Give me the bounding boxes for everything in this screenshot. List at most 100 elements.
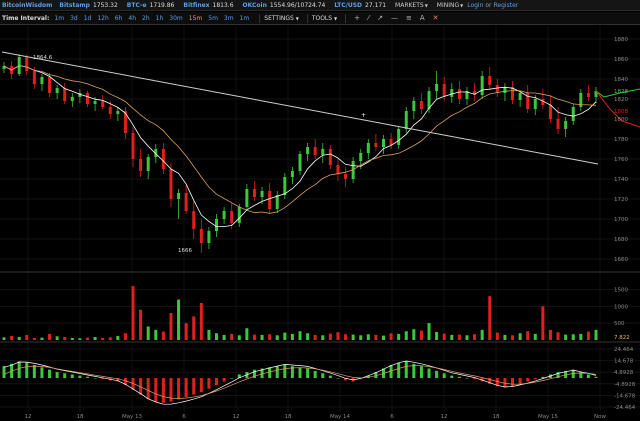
volume-bar [480, 329, 484, 340]
price-tick-label: 1820 [614, 97, 628, 103]
price-tick-label: 1720 [614, 197, 628, 203]
candle-body [457, 89, 461, 99]
line-icon[interactable]: ⁄ [368, 14, 369, 22]
text-icon[interactable]: A [420, 14, 425, 22]
candle-body [344, 174, 348, 179]
volume-tick-label: 500 [614, 321, 625, 327]
fibonacci-icon[interactable]: ≡ [406, 14, 412, 22]
macd-histogram-bar [594, 376, 598, 378]
interval-2h[interactable]: 2h [142, 15, 150, 22]
macd-histogram-bar [518, 378, 522, 384]
volume-bar [541, 306, 545, 340]
volume-bar [465, 335, 469, 340]
macd-histogram-bar [404, 361, 408, 378]
candle-body [260, 191, 264, 197]
ray-icon[interactable]: ↗ [377, 14, 383, 22]
interval-1h[interactable]: 1h [156, 15, 164, 22]
volume-bar [252, 334, 256, 340]
trading-chart[interactable]: 1500 1000 500 7.822 24.464 14.678 4.8928 -4.89… [0, 26, 640, 421]
interval-5m[interactable]: 5m [208, 15, 218, 22]
volume-bar [442, 333, 446, 340]
candle-body [55, 88, 59, 93]
candle-body [374, 143, 378, 147]
ticker-exchange-okcoin[interactable]: OKCoin [243, 2, 267, 9]
candle-body [321, 149, 325, 155]
candle-body [556, 119, 560, 129]
ticker-exchange-ltcusd[interactable]: LTC/USD [334, 2, 362, 9]
chevron-down-icon: ▼ [295, 15, 299, 21]
volume-bar [32, 337, 36, 340]
price-tick-label: 1660 [614, 257, 628, 263]
candle-body [306, 147, 310, 154]
volume-bar [511, 335, 515, 340]
macd-histogram-bar [161, 378, 165, 403]
top-bar: BitcoinWisdom Bitstamp 1753.32 BTC-e 171… [0, 0, 640, 11]
interval-4h[interactable]: 4h [128, 15, 136, 22]
crosshair-icon[interactable]: + [354, 14, 360, 22]
ticker-exchange-bitfinex[interactable]: Bitfinex [183, 2, 209, 9]
interval-3d[interactable]: 3d [70, 15, 78, 22]
macd-tick-label: 4.8928 [614, 370, 634, 376]
volume-tick-label: 1500 [614, 287, 628, 293]
macd-histogram-bar [184, 378, 188, 397]
macd-histogram-bar [177, 378, 181, 400]
volume-bar [146, 326, 150, 340]
register-link[interactable]: Register [494, 2, 519, 9]
interval-15m[interactable]: 15m [189, 15, 202, 22]
volume-bar [25, 334, 29, 340]
interval-6h[interactable]: 6h [115, 15, 123, 22]
candle-body [268, 191, 272, 209]
volume-bar [344, 334, 348, 340]
macd-histogram-bar [222, 378, 226, 382]
or-text: or [485, 1, 492, 9]
interval-30m[interactable]: 30m [169, 15, 182, 22]
volume-bar [55, 336, 59, 340]
interval-3m[interactable]: 3m [224, 15, 234, 22]
candle-body [222, 211, 226, 219]
settings-menu[interactable]: SETTINGS ▼ [264, 15, 299, 22]
macd-histogram-bar [70, 374, 74, 378]
markets-menu[interactable]: MARKETS▼ [395, 2, 428, 9]
cursor-marker: + [361, 112, 366, 119]
toolbar-divider [345, 13, 347, 23]
tools-menu-label: TOOLS [311, 14, 333, 22]
interval-1m-long[interactable]: 1m [54, 15, 64, 22]
interval-1d[interactable]: 1d [84, 15, 92, 22]
volume-bar [366, 334, 370, 340]
volume-bar [495, 332, 499, 340]
delete-icon[interactable]: ✕ [433, 14, 439, 22]
volume-bar [131, 286, 135, 340]
price-tick-label: 1860 [614, 57, 628, 63]
chevron-down-icon: ▼ [334, 15, 338, 21]
login-link[interactable]: Login [467, 2, 483, 9]
volume-bar [283, 332, 287, 340]
ticker-price-ltcusd: 27.171 [365, 1, 387, 9]
site-logo[interactable]: BitcoinWisdom [0, 2, 52, 9]
candle-body [381, 139, 385, 147]
chart-background [0, 26, 640, 421]
candle-body [548, 105, 552, 119]
macd-histogram-bar [283, 364, 287, 378]
horizontal-line-icon[interactable]: — [391, 14, 398, 22]
current-price-red-label: 1808 [614, 109, 628, 115]
candle-body [442, 84, 446, 97]
interval-1m[interactable]: 1m [240, 15, 250, 22]
ticker-exchange-btce[interactable]: BTC-e [127, 2, 147, 9]
mining-menu[interactable]: MINING▼ [437, 2, 463, 9]
volume-bar [85, 337, 89, 340]
macd-histogram-bar [586, 374, 590, 378]
volume-bar [139, 309, 143, 340]
ticker-exchange-bitstamp[interactable]: Bitstamp [59, 2, 90, 9]
tools-menu[interactable]: TOOLS ▼ [312, 15, 337, 22]
volume-bar [374, 334, 378, 340]
macd-histogram-bar [442, 373, 446, 378]
volume-current-label: 7.822 [614, 335, 630, 341]
candle-body [404, 111, 408, 129]
interval-12h[interactable]: 12h [97, 15, 108, 22]
candle-body [25, 57, 29, 71]
price-tick-label: 1780 [614, 137, 628, 143]
volume-bar [2, 337, 6, 340]
time-tick-label: 6 [390, 414, 394, 420]
current-price-green-label: 1828 [614, 89, 628, 95]
volume-bar [306, 333, 310, 340]
